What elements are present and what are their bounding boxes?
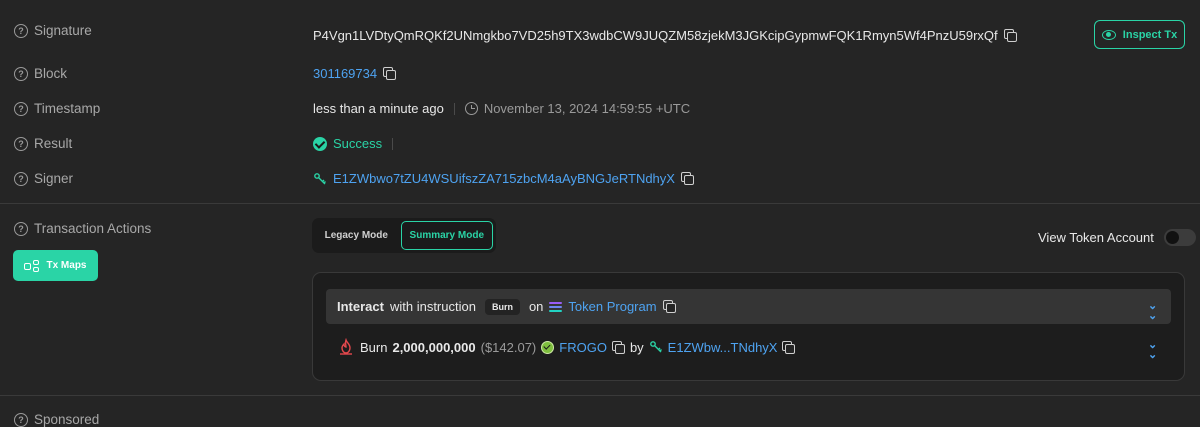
fire-icon	[340, 338, 352, 355]
success-icon	[313, 136, 327, 151]
block-link[interactable]: 301169734	[313, 66, 377, 81]
on-text: on	[528, 299, 544, 314]
clock-icon	[464, 102, 478, 115]
signature-label: ? Signature	[14, 23, 92, 38]
burn-verb: Burn	[360, 339, 388, 355]
mode-switch: Legacy Mode Summary Mode	[312, 218, 496, 253]
question-icon[interactable]: ?	[14, 66, 28, 81]
nodes-icon	[24, 259, 40, 272]
question-icon[interactable]: ?	[14, 221, 28, 236]
block-value: 301169734	[313, 66, 397, 81]
view-token-account-toggle[interactable]	[1163, 229, 1196, 246]
signer-icon	[649, 341, 662, 353]
signer-label: ? Signer	[14, 171, 73, 186]
by-text: by	[629, 339, 644, 355]
signer-link[interactable]: E1ZWbwo7tZU4WSUifszZA715zbcM4aAyBNGJeRTN…	[333, 171, 675, 186]
question-icon[interactable]: ?	[14, 412, 28, 427]
instruction-header[interactable]: Interact with instruction Burn on Token …	[326, 289, 1171, 324]
result-value: Success	[313, 136, 394, 151]
timestamp-absolute: November 13, 2024 14:59:55 +UTC	[483, 101, 691, 116]
copy-icon[interactable]	[1003, 29, 1017, 42]
token-program-link[interactable]: Token Program	[568, 299, 656, 314]
sponsored-label: ? Sponsored	[14, 412, 99, 427]
signer-icon	[314, 172, 326, 184]
copy-icon[interactable]	[383, 67, 397, 80]
separator	[392, 137, 394, 150]
timestamp-value: less than a minute ago November 13, 2024…	[313, 101, 690, 116]
question-icon[interactable]: ?	[14, 101, 28, 116]
signature-text: P4Vgn1LVDtyQmRQKf2UNmgkbo7VD25h9TX3wdbCW…	[313, 28, 998, 43]
result-label: ? Result	[14, 136, 72, 151]
divider	[0, 203, 1200, 204]
eye-icon	[1101, 29, 1116, 40]
burn-usd: ($142.07)	[480, 339, 537, 355]
signature-value: P4Vgn1LVDtyQmRQKf2UNmgkbo7VD25h9TX3wdbCW…	[313, 28, 1017, 43]
burn-account-link[interactable]: E1ZWbw...TNdhyX	[668, 340, 778, 355]
separator	[453, 102, 455, 115]
burn-action-row: Burn 2,000,000,000 ($142.07) FROGO by E1…	[337, 338, 796, 356]
copy-icon[interactable]	[611, 340, 625, 354]
view-token-account: View Token Account	[1038, 229, 1196, 246]
view-token-account-label: View Token Account	[1038, 230, 1154, 245]
instruction-chip: Burn	[484, 298, 520, 315]
legacy-mode-button[interactable]: Legacy Mode	[315, 221, 398, 250]
block-label: ? Block	[14, 66, 67, 81]
question-icon[interactable]: ?	[14, 136, 28, 151]
burn-amount: 2,000,000,000	[392, 339, 476, 355]
frogo-token-icon	[541, 340, 555, 354]
question-icon[interactable]: ?	[14, 171, 28, 186]
transaction-actions-label: ? Transaction Actions	[14, 221, 151, 236]
with-instruction-text: with instruction	[389, 299, 476, 314]
frogo-link[interactable]: FROGO	[559, 340, 607, 355]
inspect-tx-button[interactable]: Inspect Tx	[1094, 20, 1185, 49]
divider	[0, 395, 1200, 396]
chevron-double-down-icon[interactable]: ⌄ ⌄	[1148, 301, 1157, 322]
copy-icon[interactable]	[782, 340, 796, 354]
chevron-double-down-icon[interactable]: ⌄ ⌄	[1148, 340, 1157, 361]
interact-text: Interact	[337, 299, 384, 314]
timestamp-relative: less than a minute ago	[313, 101, 444, 116]
tx-maps-button[interactable]: Tx Maps	[13, 250, 98, 281]
timestamp-label: ? Timestamp	[14, 101, 100, 116]
solana-icon	[549, 301, 563, 312]
copy-icon[interactable]	[680, 172, 694, 185]
result-text: Success	[333, 136, 383, 151]
question-icon[interactable]: ?	[14, 23, 28, 38]
summary-mode-button[interactable]: Summary Mode	[400, 221, 493, 250]
copy-icon[interactable]	[662, 300, 676, 313]
signer-value: E1ZWbwo7tZU4WSUifszZA715zbcM4aAyBNGJeRTN…	[313, 171, 694, 186]
